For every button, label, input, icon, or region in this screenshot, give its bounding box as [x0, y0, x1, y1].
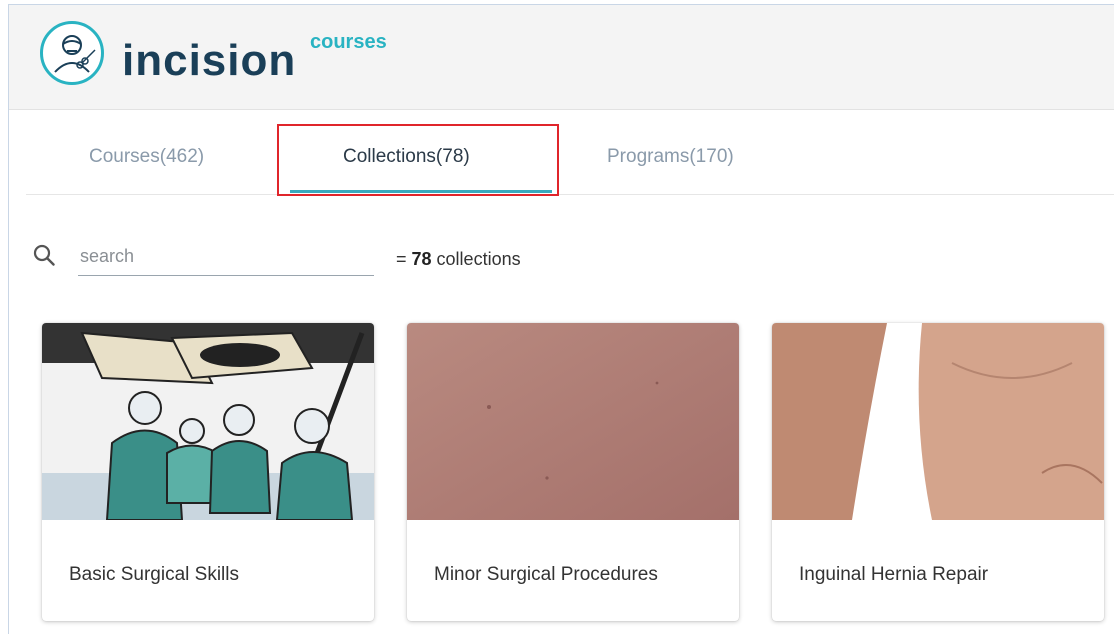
count-suffix: collections — [431, 249, 521, 269]
tab-programs[interactable]: Programs(170) — [607, 146, 734, 168]
brand-name[interactable]: incision — [122, 39, 296, 83]
search-input[interactable] — [78, 238, 374, 276]
inguinal-region-image — [772, 323, 1104, 520]
search-icon[interactable] — [33, 244, 55, 266]
surgical-team-illustration — [42, 323, 374, 520]
surgeon-logo-icon[interactable] — [40, 21, 104, 85]
card-title: Minor Surgical Procedures — [434, 564, 658, 585]
count-prefix: = — [396, 249, 412, 269]
collection-card-inguinal-hernia-repair[interactable]: Inguinal Hernia Repair — [772, 323, 1104, 621]
skin-closeup-image — [407, 323, 739, 520]
header: incision courses — [9, 5, 1114, 110]
collection-card-basic-surgical-skills[interactable]: Basic Surgical Skills — [42, 323, 374, 621]
tab-bar: Courses(462) Collections(78) Programs(17… — [26, 112, 1114, 195]
card-title: Basic Surgical Skills — [69, 564, 239, 585]
card-title: Inguinal Hernia Repair — [799, 564, 989, 585]
collection-count: = 78 collections — [396, 249, 521, 270]
collection-card-minor-surgical-procedures[interactable]: Minor Surgical Procedures — [407, 323, 739, 621]
tab-courses[interactable]: Courses(462) — [89, 146, 204, 168]
count-number: 78 — [411, 249, 432, 269]
brand-subtitle: courses — [310, 31, 387, 53]
highlight-box — [277, 124, 559, 196]
